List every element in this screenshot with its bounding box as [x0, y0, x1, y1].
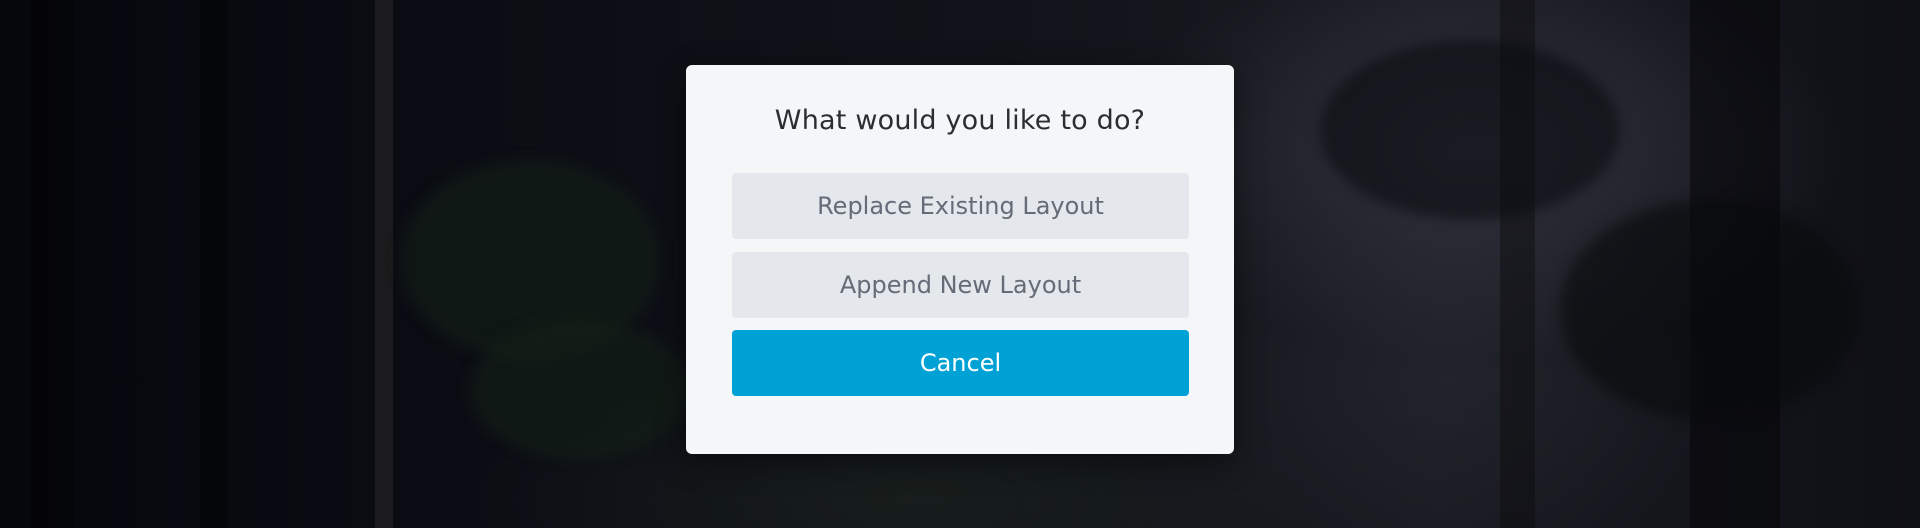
replace-layout-button[interactable]: Replace Existing Layout [732, 173, 1189, 239]
background-tree-trunk [30, 0, 75, 528]
cancel-button[interactable]: Cancel [732, 330, 1189, 396]
background-tree-trunk [375, 0, 393, 528]
action-dialog: What would you like to do? Replace Exist… [686, 65, 1234, 454]
background-foliage [1560, 200, 1860, 420]
background-foliage [470, 320, 690, 460]
background-foliage [1320, 40, 1620, 220]
append-layout-button[interactable]: Append New Layout [732, 252, 1189, 318]
background-tree-trunk [200, 0, 228, 528]
dialog-title: What would you like to do? [774, 105, 1146, 136]
